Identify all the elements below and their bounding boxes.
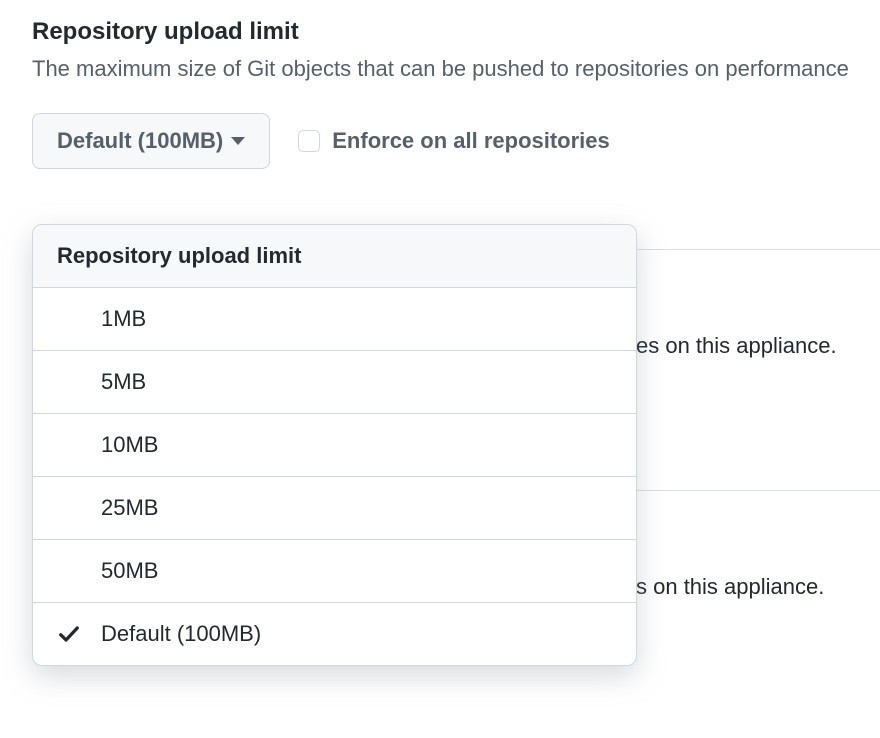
caret-down-icon bbox=[231, 137, 245, 145]
dropdown-label: Default (100MB) bbox=[57, 128, 223, 154]
section-description: The maximum size of Git objects that can… bbox=[32, 52, 848, 85]
background-text: s on this appliance. bbox=[636, 574, 824, 600]
menu-header: Repository upload limit bbox=[33, 225, 636, 288]
menu-item-label: 50MB bbox=[101, 558, 158, 584]
menu-item-label: 25MB bbox=[101, 495, 158, 521]
enforce-checkbox[interactable]: Enforce on all repositories bbox=[298, 128, 610, 154]
checkbox-label: Enforce on all repositories bbox=[332, 128, 610, 154]
menu-item-label: 5MB bbox=[101, 369, 146, 395]
menu-item-50mb[interactable]: 50MB bbox=[33, 540, 636, 603]
section-title: Repository upload limit bbox=[32, 18, 848, 46]
check-icon bbox=[57, 622, 101, 646]
upload-limit-menu: Repository upload limit 1MB 5MB 10MB 25M… bbox=[32, 224, 637, 666]
background-text: es on this appliance. bbox=[636, 333, 837, 359]
menu-item-1mb[interactable]: 1MB bbox=[33, 288, 636, 351]
menu-item-label: Default (100MB) bbox=[101, 621, 261, 647]
menu-item-label: 10MB bbox=[101, 432, 158, 458]
menu-item-5mb[interactable]: 5MB bbox=[33, 351, 636, 414]
menu-item-label: 1MB bbox=[101, 306, 146, 332]
checkbox-box-icon bbox=[298, 130, 320, 152]
menu-item-10mb[interactable]: 10MB bbox=[33, 414, 636, 477]
menu-item-default-100mb[interactable]: Default (100MB) bbox=[33, 603, 636, 665]
menu-item-25mb[interactable]: 25MB bbox=[33, 477, 636, 540]
upload-limit-dropdown[interactable]: Default (100MB) bbox=[32, 113, 270, 169]
controls-row: Default (100MB) Enforce on all repositor… bbox=[32, 113, 848, 169]
